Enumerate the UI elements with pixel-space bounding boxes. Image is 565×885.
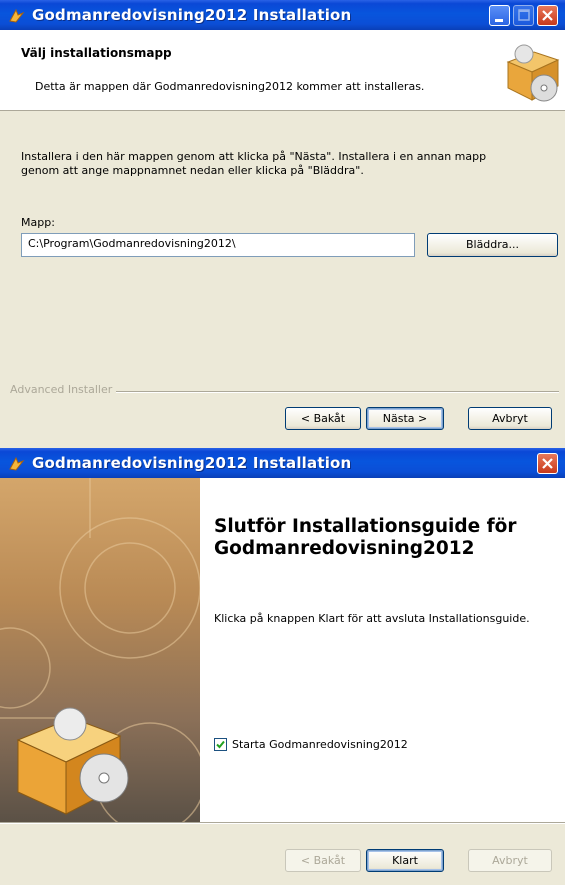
checkmark-icon (216, 740, 225, 749)
installer-window-folder: Godmanredovisning2012 Installation Välj … (0, 0, 565, 442)
footer-divider (0, 822, 565, 824)
launch-checkbox[interactable] (214, 738, 227, 751)
finish-button[interactable]: Klart (366, 849, 444, 872)
maximize-button (513, 5, 534, 26)
wizard-sidebar-image (0, 478, 206, 834)
maximize-icon (518, 9, 530, 21)
close-icon (542, 458, 553, 469)
cancel-button: Avbryt (468, 849, 552, 872)
back-button: < Bakåt (285, 849, 361, 872)
window-title: Godmanredovisning2012 Installation (32, 6, 352, 24)
instructions-line-1: Installera i den här mappen genom att kl… (21, 150, 487, 163)
finish-title: Slutför Installationsguide för Godmanred… (214, 516, 517, 559)
folder-label: Mapp: (21, 216, 55, 229)
folder-path-input[interactable]: C:\Program\Godmanredovisning2012\ (21, 233, 415, 257)
page-subtitle: Detta är mappen där Godmanredovisning201… (35, 80, 425, 93)
instructions: Installera i den här mappen genom att kl… (21, 150, 521, 178)
installer-window-finish: Godmanredovisning2012 Installation < Bak… (0, 448, 565, 885)
close-button[interactable] (537, 453, 558, 474)
title-bar[interactable]: Godmanredovisning2012 Installation (0, 448, 565, 478)
installer-app-icon (7, 455, 25, 476)
close-button[interactable] (537, 5, 558, 26)
close-icon (542, 10, 553, 21)
back-button[interactable]: < Bakåt (285, 407, 361, 430)
window-title: Godmanredovisning2012 Installation (32, 454, 352, 472)
minimize-icon (495, 19, 503, 22)
footer-divider (116, 391, 559, 393)
footer-brand: Advanced Installer (10, 383, 113, 396)
next-button[interactable]: Nästa > (366, 407, 444, 430)
finish-text: Klicka på knappen Klart för att avsluta … (214, 612, 530, 625)
page-title: Välj installationsmapp (21, 46, 172, 60)
title-bar[interactable]: Godmanredovisning2012 Installation (0, 0, 565, 30)
instructions-line-2: genom att ange mappnamnet nedan eller kl… (21, 164, 364, 177)
installer-box-icon (504, 38, 562, 109)
launch-label: Starta Godmanredovisning2012 (232, 738, 408, 751)
cancel-button[interactable]: Avbryt (468, 407, 552, 430)
minimize-button[interactable] (489, 5, 510, 26)
browse-button[interactable]: Bläddra... (427, 233, 558, 257)
wizard-header (0, 30, 565, 111)
installer-app-icon (7, 7, 25, 28)
